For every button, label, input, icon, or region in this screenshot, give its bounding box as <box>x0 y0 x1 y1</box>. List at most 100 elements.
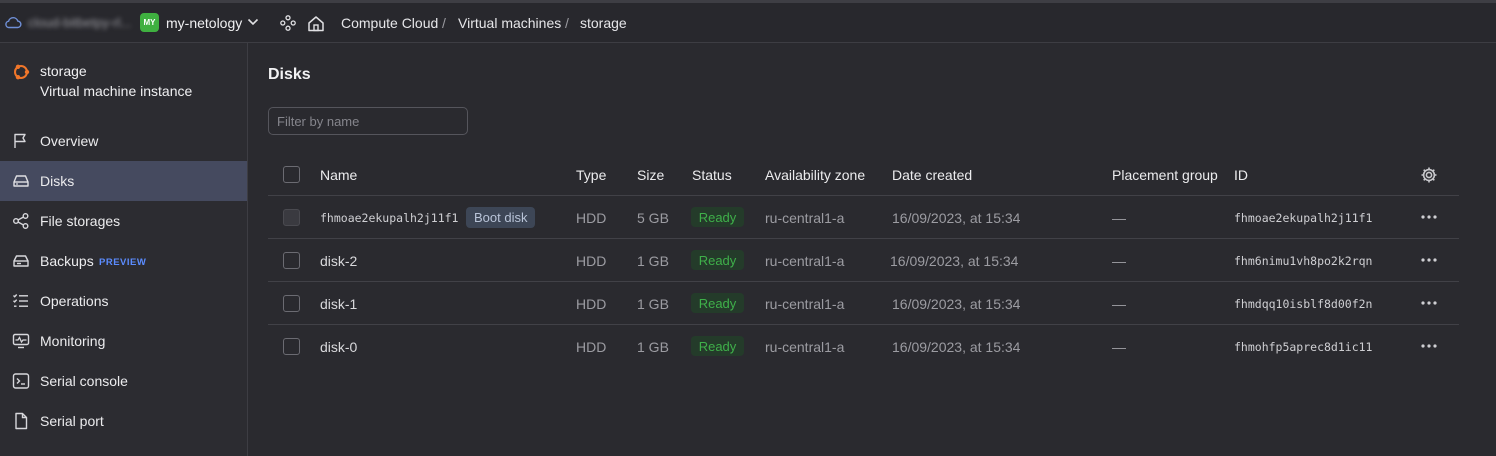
file-icon <box>15 412 28 430</box>
placement-group: — <box>1112 339 1126 355</box>
disk-icon <box>13 175 29 187</box>
top-bar: cloud-bitbetpy-rl... MY my-netology Comp… <box>0 0 1496 43</box>
flag-icon <box>14 133 26 148</box>
cloud-icon[interactable] <box>4 15 22 29</box>
disk-id: fhm6nimu1vh8po2k2rqn <box>1234 254 1373 268</box>
sidebar-item-label: Operations <box>40 293 109 309</box>
status-badge: Ready <box>691 336 744 356</box>
disk-size: 5 GB <box>637 210 669 226</box>
sidebar-item-label: Serial console <box>40 373 128 389</box>
sidebar-item-label: File storages <box>40 213 121 229</box>
disk-id: fhmoae2ekupalh2j11f1 <box>1234 211 1373 225</box>
sidebar-item-label: Monitoring <box>40 333 106 349</box>
disk-type: HDD <box>576 253 607 269</box>
disk-id: fhmdqq10isblf8d00f2n <box>1234 297 1373 311</box>
column-header-status[interactable]: Status <box>692 167 732 183</box>
row-checkbox[interactable] <box>283 295 300 312</box>
date-created: 16/09/2023, at 15:34 <box>890 253 1019 269</box>
gear-icon[interactable] <box>1420 166 1438 184</box>
terminal-icon <box>12 373 30 389</box>
ubuntu-icon <box>14 64 30 80</box>
table-row[interactable]: disk-0 HDD 1 GB Ready ru-central1-a 16/0… <box>268 325 1459 368</box>
home-icon[interactable] <box>307 15 325 32</box>
row-checkbox[interactable] <box>283 252 300 269</box>
more-actions-icon[interactable] <box>1420 339 1438 353</box>
disk-type: HDD <box>576 210 607 226</box>
status-badge: Ready <box>691 250 744 270</box>
sidebar-item-serial-port[interactable]: Serial port <box>0 401 247 441</box>
table-row[interactable]: fhmoae2ekupalh2j11f1 Boot disk HDD 5 GB … <box>268 196 1459 239</box>
availability-zone: ru-central1-a <box>765 253 845 269</box>
select-all-checkbox[interactable] <box>283 166 300 183</box>
disk-name[interactable]: disk-0 <box>320 339 357 355</box>
row-checkbox <box>283 209 300 226</box>
vm-kind: Virtual machine instance <box>40 83 193 99</box>
disk-type: HDD <box>576 296 607 312</box>
sidebar-item-label: Serial port <box>40 413 104 429</box>
disk-name[interactable]: fhmoae2ekupalh2j11f1 <box>320 211 458 225</box>
row-checkbox[interactable] <box>283 338 300 355</box>
vm-name: storage <box>40 63 87 79</box>
column-header-type[interactable]: Type <box>576 167 606 183</box>
sidebar-item-label: Backups <box>40 253 94 269</box>
share-icon <box>13 213 29 229</box>
cloud-name[interactable]: cloud-bitbetpy-rl... <box>28 15 131 30</box>
backup-icon <box>13 255 29 267</box>
more-actions-icon[interactable] <box>1420 296 1438 310</box>
folder-selector[interactable]: my-netology <box>166 15 242 31</box>
availability-zone: ru-central1-a <box>765 296 845 312</box>
list-icon <box>13 294 28 307</box>
breadcrumb-virtual-machines[interactable]: Virtual machines <box>458 15 561 31</box>
table-header: Name Type Size Status Availability zone … <box>268 153 1459 196</box>
monitor-icon <box>12 333 30 349</box>
availability-zone: ru-central1-a <box>765 339 845 355</box>
sidebar-item-operations[interactable]: Operations <box>0 281 247 321</box>
sidebar: storage Virtual machine instance Overvie… <box>0 43 248 456</box>
disks-table: Name Type Size Status Availability zone … <box>268 153 1459 368</box>
disk-size: 1 GB <box>637 296 669 312</box>
breadcrumb-separator: / <box>442 15 446 31</box>
column-header-zone[interactable]: Availability zone <box>765 167 865 183</box>
sidebar-item-disks[interactable]: Disks <box>0 161 247 201</box>
disk-name[interactable]: disk-2 <box>320 253 357 269</box>
breadcrumb-compute-cloud[interactable]: Compute Cloud <box>341 15 438 31</box>
more-actions-icon[interactable] <box>1420 253 1438 267</box>
disk-id: fhmohfp5aprec8d1ic11 <box>1234 340 1373 354</box>
services-icon[interactable] <box>280 15 296 31</box>
column-header-size[interactable]: Size <box>637 167 664 183</box>
sidebar-item-monitoring[interactable]: Monitoring <box>0 321 247 361</box>
sidebar-item-overview[interactable]: Overview <box>0 121 247 161</box>
main-content: Disks Name Type Size Status Availability… <box>248 43 1496 456</box>
date-created: 16/09/2023, at 15:34 <box>892 210 1021 226</box>
more-actions-icon[interactable] <box>1420 210 1438 224</box>
column-header-placement[interactable]: Placement group <box>1112 167 1218 183</box>
preview-badge: PREVIEW <box>99 257 147 268</box>
table-row[interactable]: disk-2 HDD 1 GB Ready ru-central1-a 16/0… <box>268 239 1459 282</box>
folder-badge: MY <box>140 13 159 32</box>
disk-size: 1 GB <box>637 339 669 355</box>
disk-size: 1 GB <box>637 253 669 269</box>
sidebar-item-file-storages[interactable]: File storages <box>0 201 247 241</box>
sidebar-item-serial-console[interactable]: Serial console <box>0 361 247 401</box>
breadcrumb-storage: storage <box>580 15 627 31</box>
sidebar-item-backups[interactable]: Backups PREVIEW <box>0 241 247 281</box>
column-header-name[interactable]: Name <box>320 167 357 183</box>
sidebar-item-label: Disks <box>40 173 75 189</box>
date-created: 16/09/2023, at 15:34 <box>892 339 1021 355</box>
filter-input[interactable] <box>268 107 468 135</box>
page-title: Disks <box>268 66 311 83</box>
status-badge: Ready <box>691 207 744 227</box>
availability-zone: ru-central1-a <box>765 210 845 226</box>
table-row[interactable]: disk-1 HDD 1 GB Ready ru-central1-a 16/0… <box>268 282 1459 325</box>
column-header-date[interactable]: Date created <box>892 167 972 183</box>
status-badge: Ready <box>691 293 744 313</box>
column-header-id[interactable]: ID <box>1234 167 1248 183</box>
breadcrumb-separator: / <box>565 15 569 31</box>
disk-type: HDD <box>576 339 607 355</box>
placement-group: — <box>1112 296 1126 312</box>
chevron-down-icon[interactable] <box>247 17 259 27</box>
date-created: 16/09/2023, at 15:34 <box>892 296 1021 312</box>
boot-disk-tag: Boot disk <box>466 207 536 228</box>
placement-group: — <box>1112 253 1126 269</box>
disk-name[interactable]: disk-1 <box>320 296 357 312</box>
